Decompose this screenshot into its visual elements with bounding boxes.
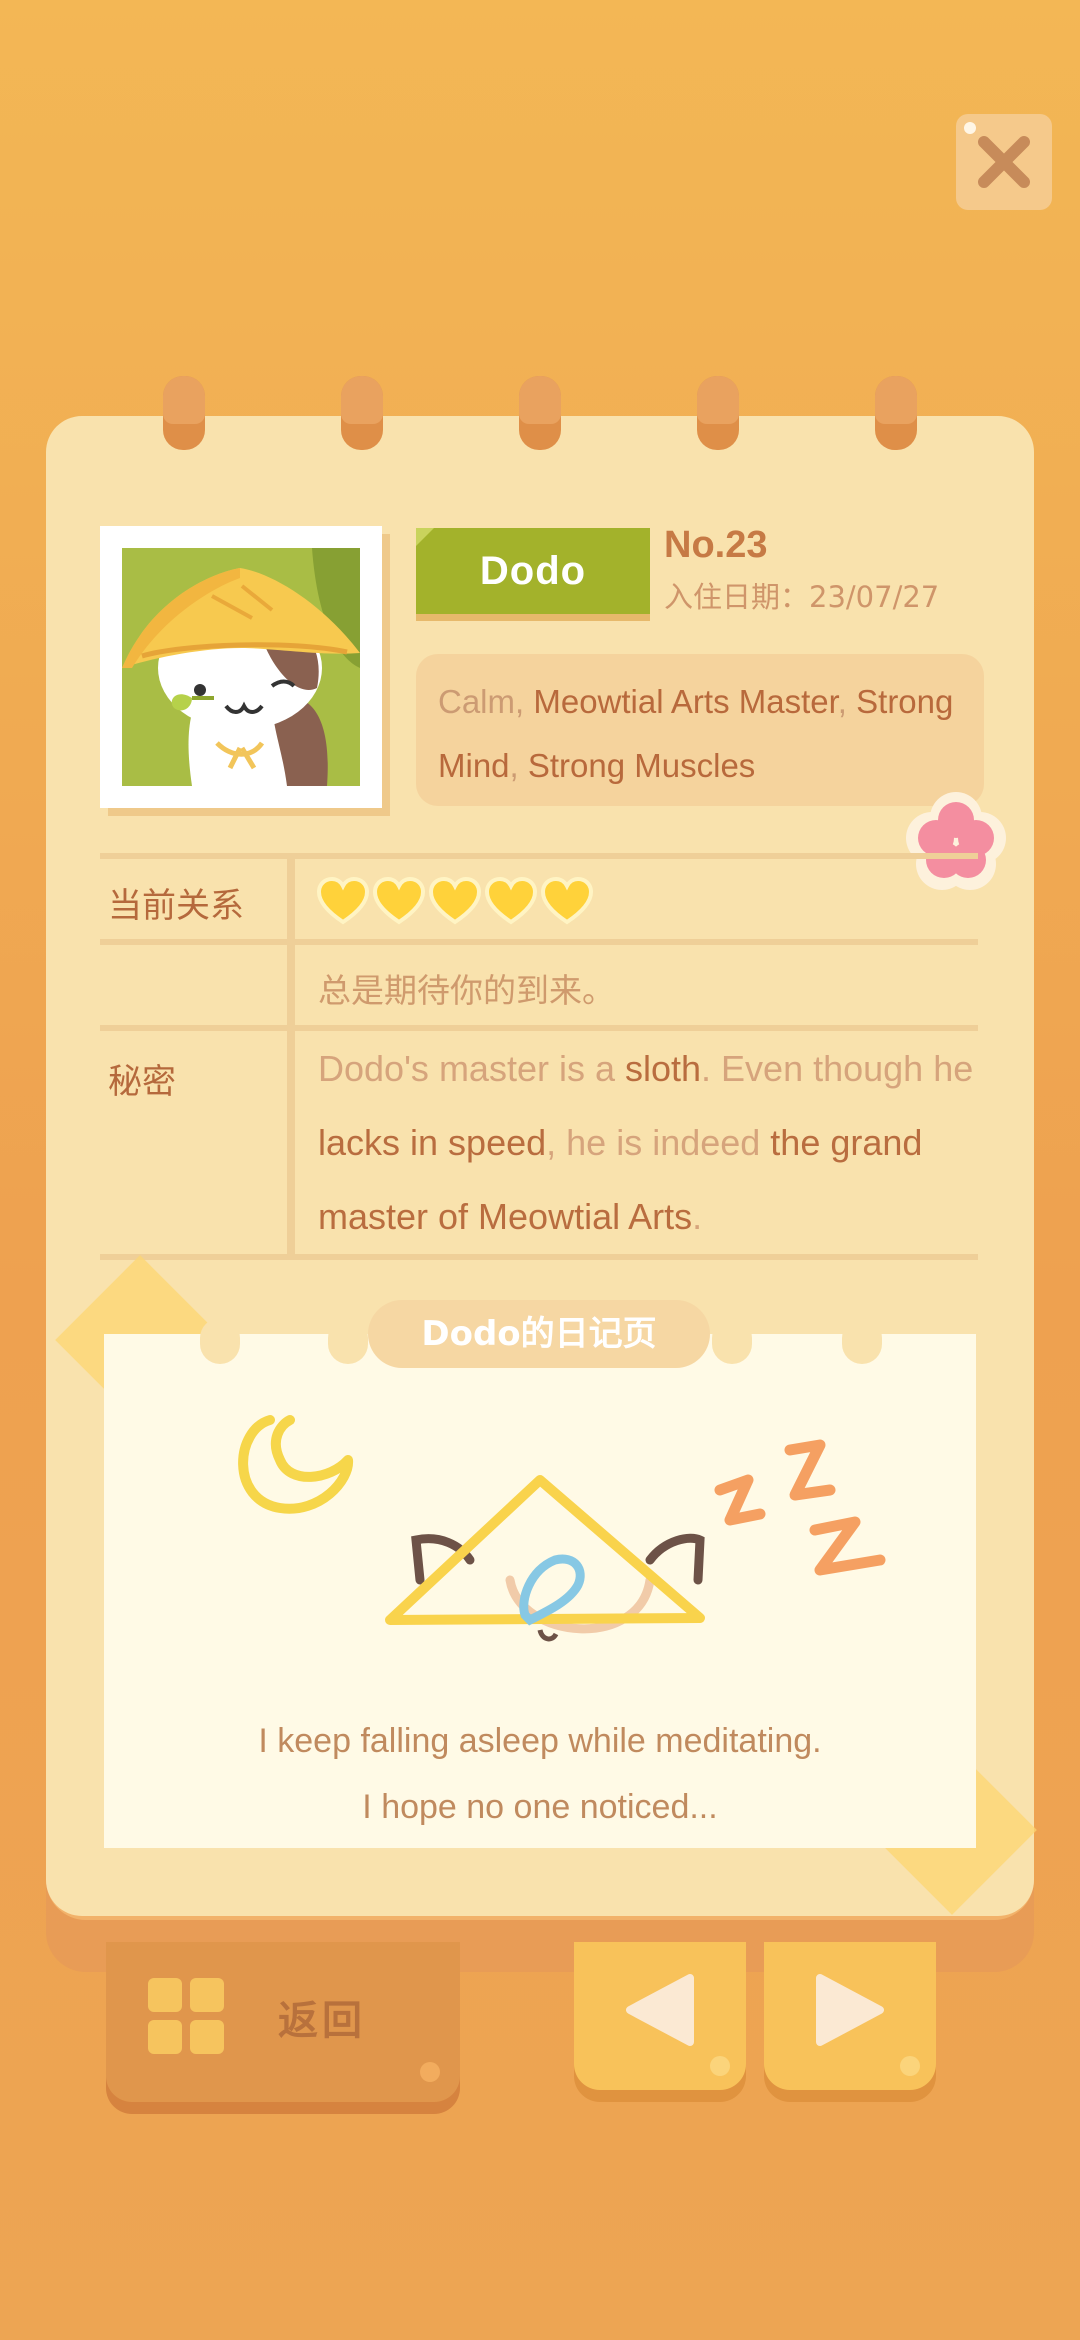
diary-title: Dodo的日记页	[368, 1300, 710, 1368]
close-button[interactable]	[956, 114, 1052, 210]
grid-menu-icon	[148, 1978, 224, 2054]
table-column-divider	[287, 859, 295, 1254]
heart-icon	[484, 876, 538, 925]
triangle-right-icon	[816, 1974, 884, 2046]
diary-text-line: I hope no one noticed...	[362, 1788, 718, 1826]
table-divider	[100, 853, 978, 859]
binder-ring	[519, 376, 561, 450]
button-dot	[710, 2056, 730, 2076]
binder-ring	[875, 376, 917, 450]
plain-text: Dodo's master is a	[318, 1048, 625, 1089]
heart-icon	[316, 876, 370, 925]
diary-notch	[200, 1318, 240, 1364]
heart-icon	[428, 876, 482, 925]
name-plate: Dodo	[416, 528, 650, 614]
plain-text: ,	[837, 683, 857, 720]
relation-hearts	[316, 876, 594, 926]
back-button[interactable]: 返回	[106, 1942, 460, 2102]
plain-text: .	[692, 1196, 703, 1237]
heart-icon	[540, 876, 594, 925]
back-button-label: 返回	[278, 1998, 366, 2044]
diary-notch	[842, 1318, 882, 1364]
diary-notch	[712, 1318, 752, 1364]
binder-ring	[697, 376, 739, 450]
binder-ring	[163, 376, 205, 450]
table-divider	[100, 1025, 978, 1031]
binder-ring	[341, 376, 383, 450]
next-page-button[interactable]	[764, 1942, 936, 2090]
diary-text-line: I keep falling asleep while meditating.	[258, 1722, 822, 1760]
cat-avatar-icon	[122, 548, 360, 786]
close-icon	[978, 136, 1030, 188]
cat-number: No.23	[664, 524, 768, 566]
traits-box: Calm, Meowtial Arts Master, Strong Mind,…	[416, 654, 984, 806]
plain-text: Calm	[438, 683, 516, 720]
table-divider	[100, 1254, 978, 1260]
highlight-text: lacks in speed	[318, 1122, 547, 1163]
heart-icon	[372, 876, 426, 925]
cat-portrait	[100, 526, 382, 808]
secret-label: 秘密	[108, 1062, 176, 1102]
secret-text: Dodo's master is a sloth. Even though he…	[318, 1032, 1008, 1254]
relation-status-text: 总是期待你的到来。	[318, 971, 615, 1010]
button-dot	[900, 2056, 920, 2076]
previous-page-button[interactable]	[574, 1942, 746, 2090]
highlight-text: Strong Muscles	[527, 747, 756, 784]
join-date: 入住日期：23/07/27	[664, 580, 940, 614]
table-divider	[100, 939, 978, 945]
button-dot	[420, 2062, 440, 2082]
plain-text: . Even though he	[701, 1048, 974, 1089]
diary-notch	[328, 1318, 368, 1364]
highlight-text: sloth	[624, 1048, 702, 1089]
plain-text: ,	[509, 747, 528, 784]
plain-text: , he is indeed	[546, 1122, 771, 1163]
sleeping-cat-doodle-icon	[238, 1415, 886, 1642]
flower-sticker-icon	[906, 792, 1006, 890]
plain-text: ,	[515, 683, 534, 720]
highlight-text: Meowtial Arts Master	[533, 683, 838, 720]
cat-name: Dodo	[479, 549, 587, 593]
relation-label: 当前关系	[108, 886, 244, 926]
triangle-left-icon	[626, 1974, 694, 2046]
